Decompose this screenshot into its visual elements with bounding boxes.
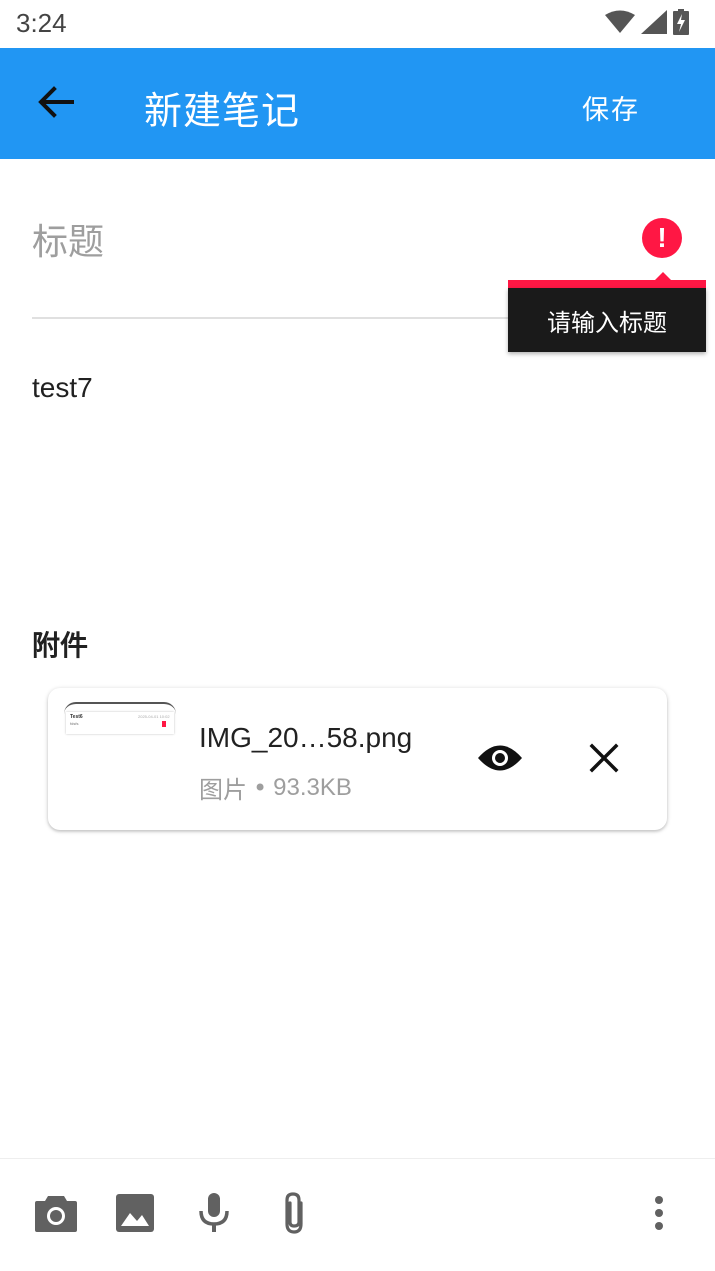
meta-separator: • [253, 773, 268, 802]
eye-icon [477, 743, 523, 777]
mic-icon [198, 1193, 230, 1237]
attachment-size: 93.3KB [273, 773, 352, 801]
image-icon [116, 1194, 154, 1236]
close-icon [589, 743, 619, 777]
title-input[interactable] [32, 212, 592, 272]
voice-button[interactable] [190, 1190, 238, 1240]
thumbnail-preview: Test6 fdsfs 2025-04-01 10:02 [66, 712, 174, 734]
tooltip-accent [508, 280, 706, 288]
toolbar-divider [0, 1158, 715, 1159]
attach-icon [281, 1191, 307, 1239]
attach-file-button[interactable] [270, 1190, 318, 1240]
battery-charging-icon [673, 9, 689, 39]
gallery-button[interactable] [111, 1190, 159, 1240]
thumbnail-date: 2025-04-01 10:02 [138, 714, 170, 719]
view-attachment-button[interactable] [474, 736, 526, 784]
camera-button[interactable] [32, 1190, 80, 1240]
back-button[interactable] [30, 78, 82, 130]
attachment-card[interactable]: Test6 fdsfs 2025-04-01 10:02 IMG_20…58.p… [48, 688, 667, 830]
thumbnail-subtitle: fdsfs [70, 721, 79, 726]
attachment-file-name: IMG_20…58.png [199, 722, 413, 753]
thumbnail-delete-icon [162, 721, 166, 727]
camera-icon [35, 1194, 77, 1236]
wifi-icon [605, 10, 635, 38]
error-tooltip: 请输入标题 [508, 272, 706, 352]
attachment-type: 图片 [199, 776, 247, 804]
thumbnail-title: Test6 [70, 714, 83, 720]
more-options-button[interactable] [635, 1190, 683, 1240]
note-content-field[interactable]: test7 [32, 372, 93, 404]
attachment-meta: 图片 • 93.3KB [199, 770, 352, 805]
status-icons [605, 9, 689, 39]
page-title: 新建笔记 [144, 89, 301, 133]
attachment-thumbnail[interactable]: Test6 fdsfs 2025-04-01 10:02 [64, 702, 176, 738]
status-time: 3:24 [16, 8, 67, 38]
signal-icon [641, 10, 667, 38]
remove-attachment-button[interactable] [578, 736, 630, 784]
save-button[interactable]: 保存 [582, 88, 640, 127]
error-icon[interactable]: ! [642, 218, 682, 258]
tooltip-text: 请输入标题 [508, 288, 706, 352]
attachments-header: 附件 [32, 629, 89, 662]
more-vert-icon [654, 1196, 664, 1234]
app-bar: 新建笔记 保存 [0, 48, 715, 159]
arrow-back-icon [38, 86, 74, 122]
status-bar: 3:24 [0, 0, 715, 48]
